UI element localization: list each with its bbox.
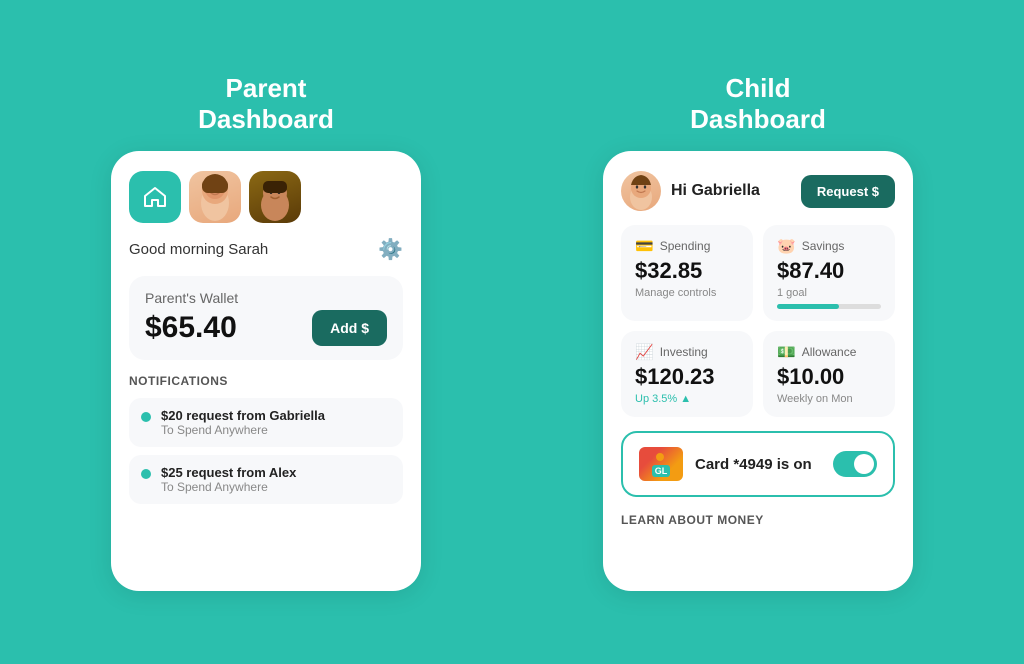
savings-progress-fill: [777, 304, 839, 309]
savings-amount: $87.40: [777, 258, 881, 284]
avatar-girl[interactable]: [189, 171, 241, 223]
parent-phone-card: Good morning Sarah ⚙️ Parent's Wallet $6…: [111, 151, 421, 591]
investing-amount: $120.23: [635, 364, 739, 390]
allowance-sub: Weekly on Mon: [777, 393, 881, 405]
home-icon-box[interactable]: [129, 171, 181, 223]
investing-label: Investing: [660, 345, 708, 359]
spending-icon: 💳: [635, 237, 654, 255]
notification-dot-2: [141, 469, 151, 479]
stat-card-investing[interactable]: 📈 Investing $120.23 Up 3.5% ▲: [621, 331, 753, 417]
child-phone-card: Hi Gabriella Request $ 💳 Spending $32.85…: [603, 151, 913, 591]
spending-sub: Manage controls: [635, 287, 739, 299]
learn-money-section: LEARN ABOUT MONEY: [621, 511, 895, 529]
card-initials: GL: [652, 465, 671, 477]
request-money-button[interactable]: Request $: [801, 175, 895, 208]
wallet-row: $65.40 Add $: [145, 310, 387, 346]
card-text: Card *4949 is on: [695, 456, 821, 473]
learn-label: LEARN ABOUT MONEY: [621, 513, 764, 527]
main-container: Parent Dashboard: [0, 53, 1024, 611]
wallet-label: Parent's Wallet: [145, 290, 387, 306]
allowance-label: Allowance: [802, 345, 857, 359]
card-visual: GL: [639, 447, 683, 481]
allowance-icon: 💵: [777, 343, 796, 361]
notification-content-2: $25 request from Alex To Spend Anywhere: [161, 465, 296, 494]
notification-dot-1: [141, 412, 151, 422]
greeting-row: Good morning Sarah ⚙️: [129, 237, 403, 262]
stat-top-spending: 💳 Spending: [635, 237, 739, 255]
greeting-text: Good morning Sarah: [129, 241, 268, 258]
stat-card-allowance[interactable]: 💵 Allowance $10.00 Weekly on Mon: [763, 331, 895, 417]
child-avatar: [621, 171, 661, 211]
savings-progress-container: [777, 304, 881, 309]
spending-label: Spending: [660, 239, 711, 253]
child-dashboard-section: Child Dashboard: [532, 73, 984, 591]
card-dot-red: [645, 453, 653, 461]
stat-top-investing: 📈 Investing: [635, 343, 739, 361]
wallet-card: Parent's Wallet $65.40 Add $: [129, 276, 403, 360]
child-dashboard-title: Child Dashboard: [690, 73, 826, 135]
card-row[interactable]: GL Card *4949 is on: [621, 431, 895, 497]
child-greeting-text: Hi Gabriella: [671, 182, 760, 200]
notifications-label: NOTIFICATIONS: [129, 374, 403, 388]
parent-dashboard-title: Parent Dashboard: [198, 73, 334, 135]
home-icon: [141, 183, 169, 211]
stats-grid: 💳 Spending $32.85 Manage controls 🐷 Savi…: [621, 225, 895, 417]
notification-item-2[interactable]: $25 request from Alex To Spend Anywhere: [129, 455, 403, 504]
add-money-button[interactable]: Add $: [312, 310, 387, 346]
child-top-row: Hi Gabriella Request $: [621, 171, 895, 211]
notification-sub-1: To Spend Anywhere: [161, 423, 325, 437]
savings-icon: 🐷: [777, 237, 796, 255]
notifications-section: NOTIFICATIONS $20 request from Gabriella…: [129, 374, 403, 504]
gear-icon[interactable]: ⚙️: [378, 237, 403, 262]
notification-item-1[interactable]: $20 request from Gabriella To Spend Anyw…: [129, 398, 403, 447]
savings-label: Savings: [802, 239, 845, 253]
child-greeting-group: Hi Gabriella: [621, 171, 760, 211]
card-dot-orange: [656, 453, 664, 461]
card-dots: [645, 453, 664, 461]
notification-title-1: $20 request from Gabriella: [161, 408, 325, 423]
parent-dashboard-section: Parent Dashboard: [40, 73, 492, 591]
notification-content-1: $20 request from Gabriella To Spend Anyw…: [161, 408, 325, 437]
notification-title-2: $25 request from Alex: [161, 465, 296, 480]
notification-sub-2: To Spend Anywhere: [161, 480, 296, 494]
investing-icon: 📈: [635, 343, 654, 361]
stat-card-savings[interactable]: 🐷 Savings $87.40 1 goal: [763, 225, 895, 321]
stat-card-spending[interactable]: 💳 Spending $32.85 Manage controls: [621, 225, 753, 321]
toggle-knob: [854, 454, 874, 474]
avatar-boy[interactable]: [249, 171, 301, 223]
savings-sub: 1 goal: [777, 287, 881, 299]
allowance-amount: $10.00: [777, 364, 881, 390]
parent-top-row: [129, 171, 403, 223]
card-toggle[interactable]: [833, 451, 877, 477]
wallet-amount: $65.40: [145, 311, 237, 345]
spending-amount: $32.85: [635, 258, 739, 284]
investing-sub: Up 3.5% ▲: [635, 393, 739, 405]
stat-top-allowance: 💵 Allowance: [777, 343, 881, 361]
stat-top-savings: 🐷 Savings: [777, 237, 881, 255]
